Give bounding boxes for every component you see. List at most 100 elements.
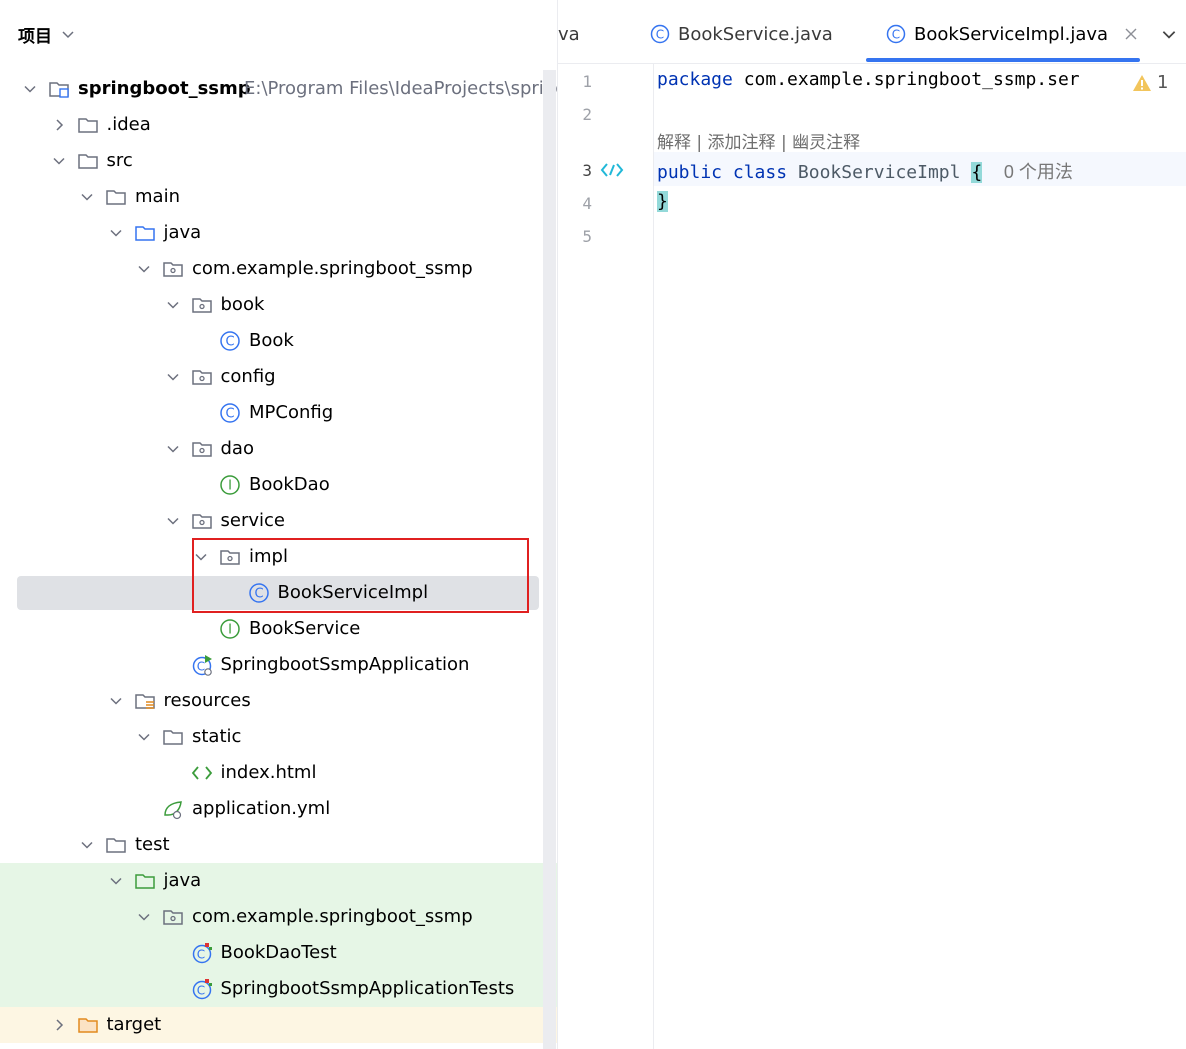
tree-node-label: Book [249, 330, 294, 351]
chevron-down-icon[interactable] [108, 225, 124, 241]
tree-node-resources[interactable]: resources [0, 683, 557, 719]
chevron-down-icon[interactable] [136, 909, 152, 925]
folder-icon [77, 154, 98, 169]
spring-boot-icon: C [192, 655, 212, 676]
module-icon [49, 82, 69, 98]
chevron-down-icon[interactable] [165, 441, 181, 457]
interface-icon: I [220, 475, 240, 495]
folder-icon [163, 730, 183, 745]
project-scrollbar[interactable] [543, 70, 556, 1049]
tree-node-label: src [106, 150, 133, 171]
line-number: 1 [582, 72, 592, 91]
package-icon [163, 262, 183, 277]
line-number: 3 [582, 161, 592, 180]
tree-node-label: java [163, 222, 202, 243]
tree-node-com-example-springboot-ssmp[interactable]: com.example.springboot_ssmp [0, 899, 557, 935]
interface-icon: I [220, 619, 240, 639]
chevron-down-icon[interactable] [108, 693, 124, 709]
inspection-widget[interactable]: 1 [1132, 72, 1168, 93]
tree-node-label: .idea [106, 114, 151, 135]
warning-icon [1133, 74, 1151, 91]
tab-bookservice[interactable]: C BookService.java [650, 20, 833, 48]
tree-node-springboot-ssmp[interactable]: springboot_ssmp E:\Program Files\IdeaProj… [0, 71, 557, 107]
tree-node-label: com.example.springboot_ssmp [192, 906, 473, 927]
folder-icon [106, 838, 126, 853]
tree-node-bookservice[interactable]: I BookService [0, 611, 557, 647]
test-class-icon: C [192, 979, 212, 1000]
tree-node-label: target [106, 1014, 162, 1035]
svg-text:I: I [228, 479, 232, 494]
svg-text:C: C [656, 28, 664, 42]
svg-text:C: C [196, 660, 204, 674]
tree-node-java[interactable]: java [0, 863, 557, 899]
chevron-down-icon[interactable] [22, 81, 38, 97]
tree-node-target[interactable]: target [0, 1007, 557, 1043]
tree-node-index-html[interactable]: index.html [0, 755, 557, 791]
chevron-down-icon[interactable] [165, 297, 181, 313]
close-icon[interactable] [1124, 27, 1138, 41]
chevron-down-icon[interactable] [79, 189, 95, 205]
tree-node--idea[interactable]: .idea [0, 107, 557, 143]
package-name: com.example.springboot_ssmp.ser [732, 69, 1080, 90]
tree-node-dao[interactable]: dao [0, 431, 557, 467]
tab-partial[interactable]: va [558, 20, 580, 48]
tree-node-label: springboot_ssmp [78, 78, 251, 99]
project-panel-header[interactable]: 项目 [18, 22, 76, 47]
tree-node-label: dao [220, 438, 254, 459]
tab-bookserviceimpl[interactable]: C BookServiceImpl.java [886, 20, 1138, 48]
tree-node-com-example-springboot-ssmp[interactable]: com.example.springboot_ssmp [0, 251, 557, 287]
editor-gutter: 1 2 3 4 5 [558, 64, 654, 1049]
tree-node-springbootssmpapplication[interactable]: C SpringbootSsmpApplication [0, 647, 557, 683]
open-brace: { [971, 162, 983, 183]
active-tab-indicator [866, 58, 1140, 62]
chevron-down-icon[interactable] [1160, 25, 1178, 43]
chevron-down-icon[interactable] [165, 513, 181, 529]
class-icon: C [220, 331, 240, 351]
tree-node-mpconfig[interactable]: C MPConfig [0, 395, 557, 431]
tree-node-src[interactable]: src [0, 143, 557, 179]
resources-folder-icon [134, 694, 155, 709]
chevron-down-icon[interactable] [51, 153, 67, 169]
package-icon [191, 514, 212, 529]
project-panel-title: 项目 [18, 26, 52, 47]
tree-node-static[interactable]: static [0, 719, 557, 755]
tree-node-label: book [220, 294, 265, 315]
class-icon: C [886, 24, 906, 44]
chevron-down-icon[interactable] [79, 837, 95, 853]
tree-node-bookdaotest[interactable]: C BookDaoTest [0, 935, 557, 971]
code-line-1[interactable]: package com.example.springboot_ssmp.ser [657, 69, 1080, 90]
package-icon [191, 370, 212, 385]
tree-node-main[interactable]: main [0, 179, 557, 215]
chevron-right-icon[interactable] [51, 117, 67, 133]
chevron-down-icon[interactable] [136, 261, 152, 277]
chevron-down-icon[interactable] [60, 26, 76, 42]
code-line-4[interactable]: } [657, 191, 668, 212]
keyword: class [732, 162, 788, 183]
svg-text:C: C [892, 28, 900, 42]
warning-count: 1 [1157, 72, 1169, 93]
config-file-icon [164, 801, 182, 820]
code-line-3[interactable]: public class BookServiceImpl { 0 个用法 [657, 158, 1073, 184]
chevron-down-icon[interactable] [108, 873, 124, 889]
test-source-folder-icon [134, 874, 155, 889]
tree-node-test[interactable]: test [0, 827, 557, 863]
line-number: 4 [582, 194, 592, 213]
chevron-down-icon[interactable] [165, 369, 181, 385]
tree-node-service[interactable]: service [0, 503, 557, 539]
line-number: 5 [582, 227, 592, 246]
tree-node-config[interactable]: config [0, 359, 557, 395]
excluded-folder-icon [77, 1018, 98, 1033]
tree-node-bookdao[interactable]: I BookDao [0, 467, 557, 503]
class-icon: C [220, 403, 240, 423]
tree-node-label: SpringbootSsmpApplicationTests [220, 978, 515, 999]
tree-node-java[interactable]: java [0, 215, 557, 251]
chevron-right-icon[interactable] [51, 1017, 67, 1033]
code-vision-hints[interactable]: 解释 | 添加注释 | 幽灵注释 [657, 128, 860, 153]
tree-node-book[interactable]: book [0, 287, 557, 323]
tree-node-springbootssmpapplicationtests[interactable]: C SpringbootSsmpApplicationTests [0, 971, 557, 1007]
tree-node-application-yml[interactable]: application.yml [0, 791, 557, 827]
implementation-gutter-icon[interactable] [600, 161, 624, 179]
chevron-down-icon[interactable] [136, 729, 152, 745]
usages-inlay[interactable]: 0 个用法 [1004, 162, 1073, 182]
tree-node-book[interactable]: C Book [0, 323, 557, 359]
